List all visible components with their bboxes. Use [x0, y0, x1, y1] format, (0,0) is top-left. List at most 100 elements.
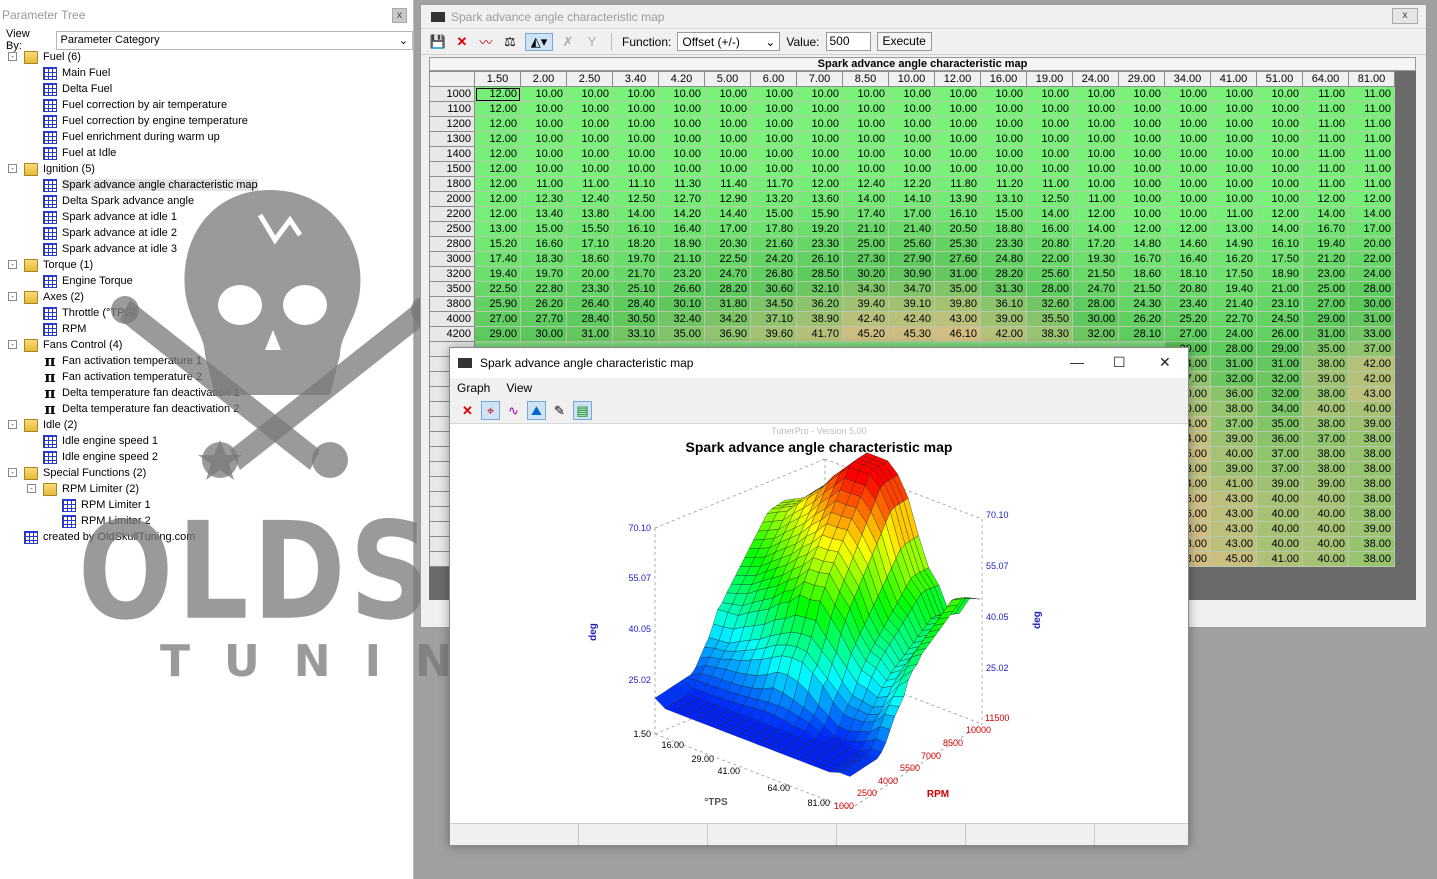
table-cell[interactable]: 16.40: [658, 221, 705, 237]
table-cell[interactable]: 11.40: [704, 176, 751, 192]
table-cell[interactable]: 10.00: [1164, 176, 1211, 192]
row-header[interactable]: 2500: [429, 221, 475, 237]
table-cell[interactable]: 11.00: [1302, 161, 1349, 177]
table-cell[interactable]: 10.00: [1256, 146, 1303, 162]
table-cell[interactable]: 12.00: [1302, 191, 1349, 207]
tree-item[interactable]: Fuel correction by engine temperature: [43, 113, 248, 129]
table-cell[interactable]: 30.00: [1348, 296, 1395, 312]
table-cell[interactable]: 10.00: [1256, 161, 1303, 177]
table-cell[interactable]: 21.20: [1302, 251, 1349, 267]
table-cell[interactable]: 40.00: [1302, 521, 1349, 537]
table-cell[interactable]: 10.00: [520, 146, 567, 162]
table-cell[interactable]: 10.00: [1072, 161, 1119, 177]
table-cell[interactable]: 10.00: [842, 161, 889, 177]
table-cell[interactable]: 10.00: [658, 116, 705, 132]
table-cell[interactable]: 23.30: [566, 281, 613, 297]
table-cell[interactable]: 36.10: [980, 296, 1027, 312]
column-header[interactable]: 29.00: [1118, 71, 1165, 87]
table-cell[interactable]: 43.00: [1210, 491, 1257, 507]
table-cell[interactable]: 28.00: [1348, 281, 1395, 297]
table-cell[interactable]: 10.00: [750, 116, 797, 132]
table-cell[interactable]: 10.00: [888, 161, 935, 177]
table-cell[interactable]: 10.00: [1210, 191, 1257, 207]
table-cell[interactable]: 10.00: [980, 116, 1027, 132]
table-cell[interactable]: 14.00: [1026, 206, 1073, 222]
table-cell[interactable]: 25.00: [1302, 281, 1349, 297]
table-cell[interactable]: 13.10: [980, 191, 1027, 207]
table-cell[interactable]: 10.00: [566, 131, 613, 147]
table-cell[interactable]: 11.00: [1302, 176, 1349, 192]
table-cell[interactable]: 11.70: [750, 176, 797, 192]
tree-item[interactable]: Fuel (6): [24, 49, 81, 65]
table-cell[interactable]: 30.20: [842, 266, 889, 282]
table-cell[interactable]: 40.00: [1256, 491, 1303, 507]
table-cell[interactable]: 10.00: [842, 146, 889, 162]
table-cell[interactable]: 10.00: [934, 86, 981, 102]
balance-icon[interactable]: ⚖: [501, 33, 519, 51]
table-cell[interactable]: 10.00: [1164, 131, 1211, 147]
column-header[interactable]: 2.00: [520, 71, 567, 87]
menu-view[interactable]: View: [506, 381, 532, 395]
table-cell[interactable]: 10.00: [1118, 86, 1165, 102]
table-cell[interactable]: 23.20: [658, 266, 705, 282]
table-cell[interactable]: 21.10: [842, 221, 889, 237]
table-cell[interactable]: 12.30: [520, 191, 567, 207]
table-cell[interactable]: 32.60: [1026, 296, 1073, 312]
value-input[interactable]: 500: [825, 32, 871, 51]
table-cell[interactable]: 31.00: [1302, 326, 1349, 342]
view-by-select[interactable]: Parameter Category ⌄: [55, 30, 413, 50]
row-header[interactable]: 1200: [429, 116, 475, 132]
table-cell[interactable]: 13.00: [1210, 221, 1257, 237]
table-cell[interactable]: 17.40: [474, 251, 521, 267]
table-cell[interactable]: 22.00: [1348, 251, 1395, 267]
table-cell[interactable]: 20.30: [704, 236, 751, 252]
tree-expander[interactable]: -: [8, 340, 17, 349]
table-cell[interactable]: 10.00: [1256, 101, 1303, 117]
column-header[interactable]: 6.00: [750, 71, 797, 87]
table-cell[interactable]: 29.00: [1256, 341, 1303, 357]
table-cell[interactable]: 28.20: [704, 281, 751, 297]
axis-y-icon[interactable]: Y: [583, 33, 601, 51]
table-cell[interactable]: 10.00: [980, 86, 1027, 102]
table-cell[interactable]: 11.00: [1348, 131, 1395, 147]
table-cell[interactable]: 24.70: [704, 266, 751, 282]
minimize-icon[interactable]: —: [1070, 354, 1084, 370]
table-cell[interactable]: 11.00: [1348, 86, 1395, 102]
edit-icon[interactable]: ✎: [550, 401, 569, 420]
table-cell[interactable]: 10.00: [980, 146, 1027, 162]
table-cell[interactable]: 10.00: [1256, 131, 1303, 147]
table-cell[interactable]: 24.00: [1348, 266, 1395, 282]
table-cell[interactable]: 10.00: [750, 101, 797, 117]
table-cell[interactable]: 17.50: [1256, 251, 1303, 267]
column-header[interactable]: 51.00: [1256, 71, 1303, 87]
table-cell[interactable]: 12.00: [474, 131, 521, 147]
table-cell[interactable]: 23.40: [1164, 296, 1211, 312]
table-cell[interactable]: 10.00: [934, 146, 981, 162]
table-cell[interactable]: 38.00: [1348, 476, 1395, 492]
tree-item[interactable]: π Fan activation temperature 2: [43, 369, 203, 385]
table-cell[interactable]: 23.30: [980, 236, 1027, 252]
table-cell[interactable]: 11.00: [1348, 176, 1395, 192]
table-cell[interactable]: 14.00: [842, 191, 889, 207]
table-cell[interactable]: 11.30: [658, 176, 705, 192]
table-cell[interactable]: 10.00: [1164, 191, 1211, 207]
table-cell[interactable]: 14.00: [1072, 221, 1119, 237]
table-cell[interactable]: 26.80: [750, 266, 797, 282]
table-cell[interactable]: 10.00: [1164, 206, 1211, 222]
table-cell[interactable]: 39.10: [888, 296, 935, 312]
table-cell[interactable]: 40.00: [1302, 491, 1349, 507]
table-cell[interactable]: 10.00: [842, 101, 889, 117]
tree-item[interactable]: Idle engine speed 1: [43, 433, 158, 449]
table-cell[interactable]: 38.00: [1348, 491, 1395, 507]
table-cell[interactable]: 35.00: [1256, 416, 1303, 432]
tree-item[interactable]: Engine Torque: [43, 273, 133, 289]
table-cell[interactable]: 30.60: [750, 281, 797, 297]
table-cell[interactable]: 27.90: [888, 251, 935, 267]
table-cell[interactable]: 16.40: [1164, 251, 1211, 267]
table-cell[interactable]: 12.00: [474, 191, 521, 207]
table-cell[interactable]: 10.00: [750, 131, 797, 147]
table-cell[interactable]: 31.00: [934, 266, 981, 282]
table-cell[interactable]: 18.90: [1256, 266, 1303, 282]
table-cell[interactable]: 10.00: [1026, 116, 1073, 132]
table-cell[interactable]: 11.80: [934, 176, 981, 192]
